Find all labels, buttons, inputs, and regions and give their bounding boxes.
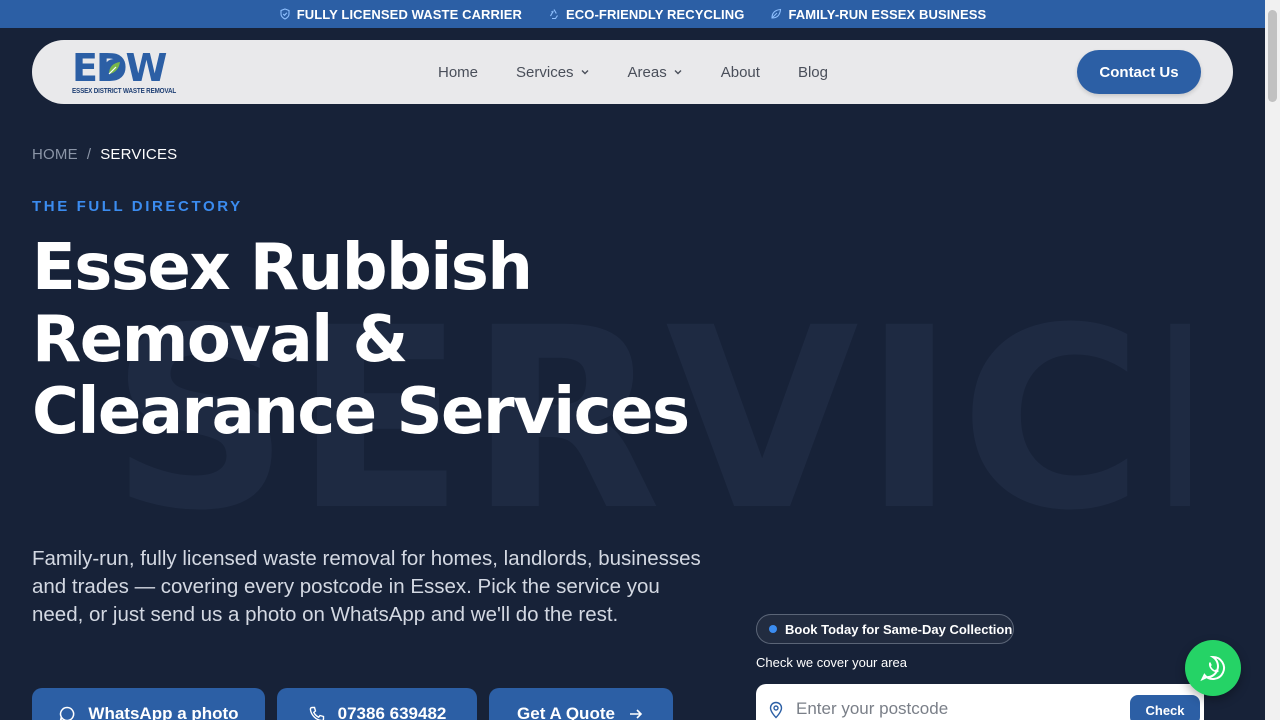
- breadcrumb-separator: /: [86, 146, 92, 163]
- nav-menu: Home Services Areas About Blog: [438, 40, 828, 104]
- status-dot: [769, 625, 777, 633]
- whatsapp-floating-button[interactable]: [1185, 640, 1241, 696]
- map-pin-icon: [769, 701, 783, 719]
- badge-label: Book Today for Same-Day Collection: [785, 621, 1013, 637]
- postcode-input[interactable]: [796, 694, 1116, 720]
- page-scrollbar[interactable]: [1265, 0, 1280, 720]
- logo-leaf-icon: [104, 59, 124, 79]
- chevron-down-icon: [581, 70, 589, 75]
- recycle-icon: [548, 8, 560, 20]
- nav-item-about[interactable]: About: [721, 64, 760, 81]
- main-navigation: EDW ESSEX DISTRICT WASTE REMOVAL Home Se…: [32, 40, 1233, 104]
- whatsapp-icon: [1200, 655, 1225, 682]
- check-postcode-button[interactable]: Check: [1130, 695, 1200, 720]
- hero-eyebrow: THE FULL DIRECTORY: [32, 198, 243, 215]
- trust-label: FULLY LICENSED WASTE CARRIER: [296, 6, 523, 22]
- cta-label: 07386 639482: [337, 704, 447, 720]
- breadcrumb: HOME / SERVICES: [32, 146, 177, 163]
- nav-label: Blog: [797, 63, 828, 81]
- get-quote-button[interactable]: Get A Quote: [489, 688, 673, 720]
- trust-item-recycling: ECO-FRIENDLY RECYCLING: [548, 7, 744, 22]
- nav-label: About: [720, 63, 760, 81]
- breadcrumb-current: SERVICES: [100, 146, 178, 163]
- contact-us-button[interactable]: Contact Us: [1077, 50, 1201, 94]
- nav-item-home[interactable]: Home: [438, 64, 478, 81]
- arrow-right-icon: [629, 709, 643, 719]
- cta-label: WhatsApp a photo: [88, 704, 239, 720]
- top-trust-bar: FULLY LICENSED WASTE CARRIER ECO-FRIENDL…: [0, 0, 1265, 28]
- page-title: Essex Rubbish Removal & Clearance Servic…: [32, 231, 690, 449]
- nav-item-blog[interactable]: Blog: [798, 64, 828, 81]
- phone-icon: [309, 706, 324, 720]
- shield-check-icon: [279, 8, 291, 20]
- whatsapp-photo-button[interactable]: WhatsApp a photo: [32, 688, 265, 720]
- phone-call-button[interactable]: 07386 639482: [277, 688, 477, 720]
- logo-tagline: ESSEX DISTRICT WASTE REMOVAL: [72, 86, 177, 95]
- postcode-check-label: Check we cover your area: [756, 655, 908, 670]
- nav-label: Home: [438, 63, 479, 81]
- hero-description: Family-run, fully licensed waste removal…: [32, 547, 701, 626]
- trust-label: FAMILY-RUN ESSEX BUSINESS: [788, 6, 987, 22]
- chevron-down-icon: [674, 70, 682, 75]
- chat-bubble-icon: [60, 706, 75, 720]
- postcode-checker: Check: [756, 684, 1204, 720]
- hero-cta-group: WhatsApp a photo 07386 639482 Get A Quot…: [32, 688, 673, 720]
- scrollbar-thumb[interactable]: [1268, 10, 1277, 102]
- breadcrumb-home-link[interactable]: HOME: [32, 146, 78, 163]
- trust-item-licensed: FULLY LICENSED WASTE CARRIER: [279, 7, 522, 22]
- nav-label: Areas: [627, 63, 667, 81]
- trust-item-family: FAMILY-RUN ESSEX BUSINESS: [770, 7, 986, 22]
- nav-item-services[interactable]: Services: [516, 64, 590, 81]
- cta-label: Get A Quote: [517, 704, 615, 720]
- trust-label: ECO-FRIENDLY RECYCLING: [566, 6, 745, 22]
- nav-item-areas[interactable]: Areas: [628, 64, 683, 81]
- site-logo[interactable]: EDW ESSEX DISTRICT WASTE REMOVAL: [72, 48, 182, 96]
- same-day-badge: Book Today for Same-Day Collection: [756, 614, 1014, 644]
- leaf-icon: [770, 8, 782, 20]
- nav-label: Services: [516, 63, 574, 81]
